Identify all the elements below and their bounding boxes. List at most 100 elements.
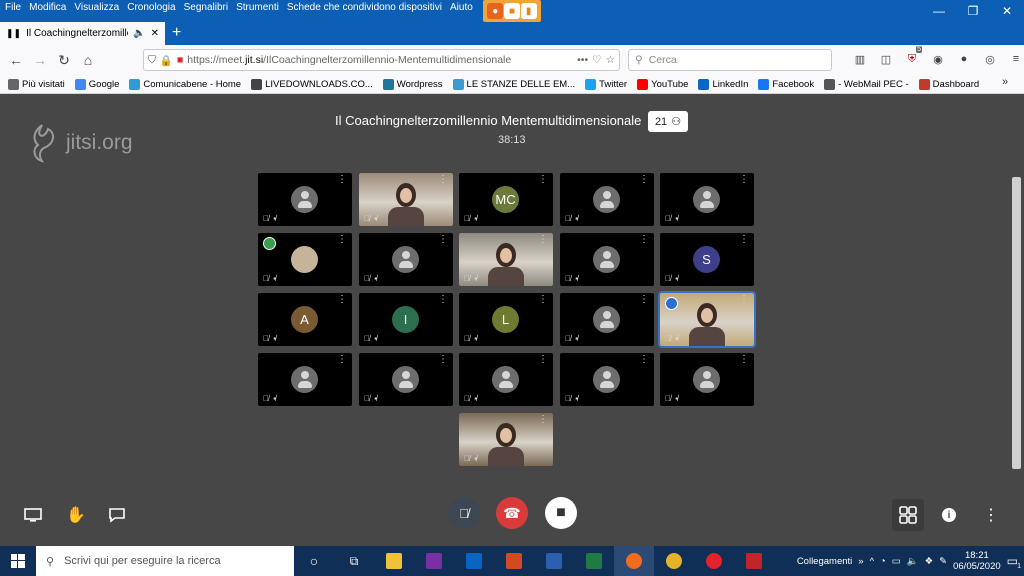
more-options-button[interactable]: ⋮ [975,499,1007,531]
taskbar-app-excel[interactable] [574,546,614,576]
participant-count[interactable]: 21 ⚇ [648,111,688,132]
ublock-icon[interactable]: ⛨ 5 [902,46,922,69]
tile-menu-icon[interactable]: ⋮ [538,295,548,305]
pocket-icon[interactable]: ♡ [592,54,601,66]
new-tab-button[interactable]: + [172,25,181,41]
tile-menu-icon[interactable]: ⋮ [337,295,347,305]
profile-icon[interactable]: ● [954,49,974,69]
taskbar-app-chrome[interactable] [654,546,694,576]
bookmark-item[interactable]: Wordpress [382,78,443,90]
bookmark-item[interactable]: Comunicabene - Home [129,78,241,90]
back-arrow-icon[interactable]: ← [4,48,28,72]
participant-tile[interactable]: ⋮ 🎙̸ ▪̸ [258,233,352,286]
extension-icon[interactable]: ◉ [928,49,948,69]
participant-tile[interactable]: ⋮ 🎙̸ ▪̸ [359,233,453,286]
tile-menu-icon[interactable]: ⋮ [639,355,649,365]
participant-tile[interactable]: A ⋮ 🎙̸ ▪̸ [258,293,352,346]
reload-icon[interactable]: ↻ [52,48,76,72]
chat-button[interactable] [101,499,133,531]
participant-tile[interactable]: MC ⋮ 🎙̸ ▪̸ [459,173,553,226]
participant-tile[interactable]: ⋮ 🎙̸ ▪̸ [560,353,654,406]
menu-aiuto[interactable]: Aiuto [446,0,477,13]
tile-menu-icon[interactable]: ⋮ [639,175,649,185]
home-icon[interactable]: ⌂ [76,48,100,72]
taskbar-app-maps[interactable] [734,546,774,576]
bookmark-item[interactable]: YouTube [637,78,688,90]
shield-icon[interactable]: ⛉ [148,54,156,67]
start-button[interactable] [0,546,36,576]
bookmark-item[interactable]: LE STANZE DELLE EM... [452,78,575,90]
tile-menu-icon[interactable]: ⋮ [739,355,749,365]
tile-menu-icon[interactable]: ⋮ [438,355,448,365]
bookmark-item[interactable]: Twitter [585,78,627,90]
participant-tile[interactable]: ⋮ 🎙̸ ▪̸ [359,353,453,406]
taskbar-app-explorer[interactable] [374,546,414,576]
screen-share-button[interactable] [17,499,49,531]
taskbar-app-opera[interactable] [694,546,734,576]
participant-tile[interactable]: ⋮ 🎙̸ ▪̸ [459,353,553,406]
participant-tile[interactable]: ⋮ 🎙̸ ▪̸ [359,173,453,226]
participant-tile[interactable]: ⋮ 🎙̸ ▪̸ [459,233,553,286]
restore-icon[interactable]: ❐ [956,0,990,22]
bookmark-item[interactable]: Facebook [758,78,814,90]
sidebar-icon[interactable]: ◫ [876,49,896,69]
speaker-icon[interactable]: 🔈 [133,28,145,39]
dropbox-icon[interactable]: ❖ [925,556,934,567]
volume-icon[interactable]: 🔈 [907,556,919,567]
links-toolbar[interactable]: Collegamenti [797,556,852,567]
connection-indicator-icon[interactable] [263,237,276,250]
forward-arrow-icon[interactable]: → [28,48,52,72]
tile-menu-icon[interactable]: ⋮ [337,355,347,365]
url-text[interactable]: https://meet.jit.si/IlCoachingnelterzomi… [187,54,573,66]
taskbar-search-input[interactable]: ⚲ Scrivi qui per eseguire la ricerca [36,546,294,576]
clock[interactable]: 18:21 06/05/2020 [953,550,1001,572]
address-bar[interactable]: ⛉ 🔒 ■ https://meet.jit.si/IlCoachingnelt… [143,49,620,71]
bookmark-star-icon[interactable]: ☆ [606,54,615,66]
menu-schede-condivise[interactable]: Schede che condividono dispositivi [283,0,446,13]
task-view-button[interactable]: ⧉ [334,546,374,576]
tile-menu-icon[interactable]: ⋮ [538,175,548,185]
tab-meeting[interactable]: ❚❚ Il Coachingnelterzomillennio 🔈 ✕ [0,22,165,45]
lock-icon[interactable]: 🔒 [160,54,173,67]
links-chevron-icon[interactable]: » [858,556,863,567]
participant-tile[interactable]: ⋮ 🎙̸ ▪̸ [459,413,553,466]
hangup-button[interactable]: ☎ [496,497,528,529]
tile-menu-icon[interactable]: ⋮ [739,295,749,305]
tab-close-icon[interactable]: ✕ [151,28,159,39]
taskbar-app-word[interactable] [534,546,574,576]
bookmark-item[interactable]: LinkedIn [698,78,748,90]
participant-tile[interactable]: ⋮ 🎙̸ ▪̸ [560,293,654,346]
menu-visualizza[interactable]: Visualizza [70,0,123,13]
tile-menu-icon[interactable]: ⋮ [739,175,749,185]
taskbar-app-powerpoint[interactable] [494,546,534,576]
bookmark-item[interactable]: - WebMail PEC - [824,78,909,90]
participant-tile[interactable]: I ⋮ 🎙̸ ▪̸ [359,293,453,346]
taskbar-app-outlook[interactable] [454,546,494,576]
participant-tile[interactable]: ⋮ 🎙̸ ▪̸ [258,173,352,226]
info-button[interactable]: i [933,499,965,531]
menu-segnalibri[interactable]: Segnalibri [180,0,232,13]
bookmark-item[interactable]: Più visitati [8,78,65,90]
camera-button[interactable]: ■ [545,497,577,529]
minimize-icon[interactable]: — [922,0,956,22]
tile-menu-icon[interactable]: ⋮ [438,235,448,245]
camera-permission-icon[interactable]: ■ [177,54,183,66]
more-bookmarks-icon[interactable]: » [1002,76,1008,88]
menu-file[interactable]: File [0,0,25,13]
pen-icon[interactable]: ✎ [939,556,947,567]
raise-hand-button[interactable]: ✋ [60,499,92,531]
close-icon[interactable]: ✕ [990,0,1024,22]
more-actions-icon[interactable]: ••• [577,54,588,66]
taskbar-app-onenote[interactable] [414,546,454,576]
menu-cronologia[interactable]: Cronologia [123,0,179,13]
tile-menu-icon[interactable]: ⋮ [538,415,548,425]
network-icon[interactable]: ◔ [880,556,886,567]
tile-menu-icon[interactable]: ⋮ [739,235,749,245]
tile-menu-icon[interactable]: ⋮ [438,175,448,185]
tile-menu-icon[interactable]: ⋮ [337,175,347,185]
bookmark-item[interactable]: Dashboard [918,78,979,90]
participant-tile[interactable]: ⋮ 🎙̸ ▪̸ [258,353,352,406]
library-icon[interactable]: ▥ [850,49,870,69]
notification-icon[interactable]: ▭ 1 [1007,554,1021,570]
tile-menu-icon[interactable]: ⋮ [639,295,649,305]
